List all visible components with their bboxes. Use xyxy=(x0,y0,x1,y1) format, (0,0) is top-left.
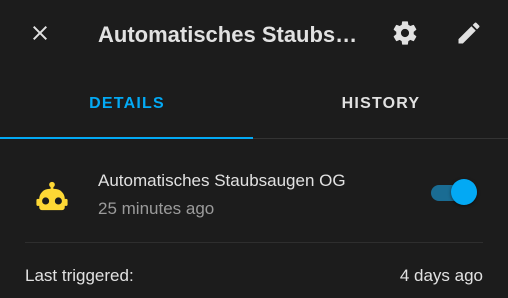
tab-details[interactable]: DETAILS xyxy=(0,70,254,138)
tab-bar: DETAILS HISTORY xyxy=(0,70,508,139)
gear-icon xyxy=(391,19,419,52)
last-triggered-label: Last triggered: xyxy=(25,266,134,285)
enable-toggle[interactable] xyxy=(429,179,481,205)
pencil-icon xyxy=(455,19,483,52)
dialog-title: Automatisches Staubsaugen OG xyxy=(98,22,366,47)
settings-button[interactable] xyxy=(385,15,425,55)
robot-icon xyxy=(35,179,69,213)
entity-row: Automatisches Staubsaugen OG 25 minutes … xyxy=(0,139,508,243)
last-triggered-value: 4 days ago xyxy=(399,266,483,285)
edit-button[interactable] xyxy=(449,15,489,55)
tab-history[interactable]: HISTORY xyxy=(254,70,508,138)
close-icon xyxy=(28,21,52,50)
close-button[interactable] xyxy=(20,15,60,55)
last-triggered-row: Last triggered: 4 days ago xyxy=(0,258,508,298)
entity-last-changed: 25 minutes ago xyxy=(98,199,215,218)
toggle-thumb xyxy=(451,179,477,205)
divider xyxy=(25,242,483,243)
dialog-header: Automatisches Staubsaugen OG xyxy=(0,0,508,70)
entity-name: Automatisches Staubsaugen OG xyxy=(98,171,346,190)
